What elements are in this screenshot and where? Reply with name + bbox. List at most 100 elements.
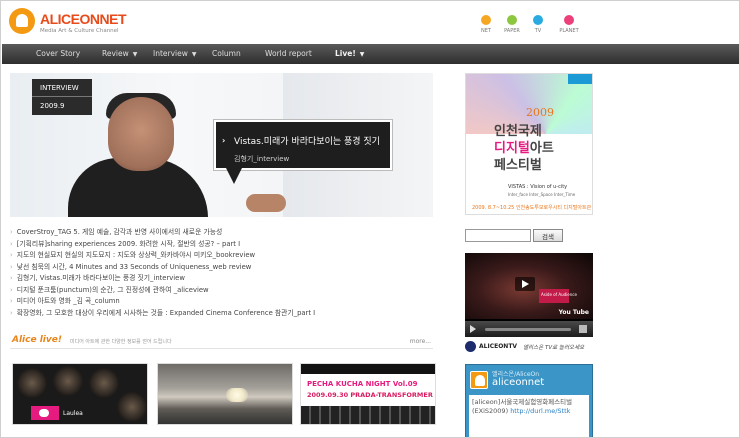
tv-logo-text: ALICEONTV bbox=[479, 343, 518, 350]
twitter-handle[interactable]: aliceonnet bbox=[492, 377, 544, 388]
live-thumb-sunset[interactable] bbox=[157, 363, 293, 425]
tweet-link[interactable]: http://durl.me/Sttk bbox=[510, 407, 570, 415]
thumb-label: Laulea bbox=[63, 410, 83, 417]
poster-corner-badge bbox=[568, 74, 592, 84]
list-item[interactable]: › CoverStroy_TAG 5. 게임 예술, 감각과 반영 사이에서의 새… bbox=[10, 227, 433, 239]
more-link[interactable]: more... bbox=[410, 338, 431, 345]
live-thumb-pecha-kucha[interactable]: PECHA KUCHA NIGHT Vol.09 2009.09.30 PRAD… bbox=[300, 363, 436, 425]
nav-label: Cover Story bbox=[36, 49, 81, 58]
chevron-down-icon: ▼ bbox=[359, 51, 365, 58]
tv-logo-icon bbox=[465, 341, 476, 352]
main-nav: Cover Story Review ▼ Interview ▼ Column Wo… bbox=[2, 44, 739, 64]
article-title: 지도의 현실묘지 현실의 지도묘지 : 지도와 상상력_와카바야시 미키오_bo… bbox=[16, 251, 256, 259]
list-item[interactable]: › 김형기, Vistas.미래가 바라다보이는 풍경 짓기_interview bbox=[10, 273, 433, 285]
channel-paper[interactable]: PAPER bbox=[499, 15, 525, 34]
nav-world-report[interactable]: World report bbox=[265, 44, 312, 64]
avatar[interactable] bbox=[470, 371, 488, 389]
nav-review[interactable]: Review ▼ bbox=[102, 44, 137, 64]
article-title: CoverStroy_TAG 5. 게임 예술, 감각과 반영 사이에서의 새로… bbox=[16, 228, 223, 236]
laulea-badge-icon bbox=[31, 406, 59, 420]
article-title: 디지털 푼크툼(punctum)의 순간, 그 진정성에 관하여 _alicev… bbox=[16, 285, 209, 294]
video-player[interactable]: Aside of Audience You Tube bbox=[465, 253, 593, 337]
channel-switcher: NET PAPER TV PLANET bbox=[473, 15, 587, 34]
channel-planet[interactable]: PLANET bbox=[551, 15, 587, 34]
article-title: 김형기, Vistas.미래가 바라다보이는 풍경 짓기_interview bbox=[16, 274, 185, 282]
feature-headline: Vistas.미래가 바라다보이는 풍경 짓기 bbox=[234, 137, 380, 147]
play-button-icon[interactable] bbox=[470, 325, 476, 333]
search-button[interactable]: 검색 bbox=[533, 229, 563, 242]
feature-banner[interactable]: INTERVIEW 2009.9 › Vistas.미래가 바라다보이는 풍경 … bbox=[10, 73, 433, 217]
list-item[interactable]: › 지도의 현실묘지 현실의 지도묘지 : 지도와 상상력_와카바야시 미키오_b… bbox=[10, 250, 433, 262]
feature-speech-bubble[interactable]: › Vistas.미래가 바라다보이는 풍경 짓기 김형기_interview bbox=[214, 120, 392, 184]
bullet-icon: › bbox=[10, 251, 13, 259]
poster-band bbox=[301, 364, 435, 374]
site-logo[interactable]: ALICEONNET Media Art & Culture Channel bbox=[9, 8, 129, 38]
poster-vistas: VISTAS : Vision of u-city bbox=[508, 184, 568, 190]
tv-signature: 앨리스온 TV로 놀러오세요 bbox=[523, 345, 585, 351]
bullet-icon: › bbox=[10, 274, 13, 282]
list-item[interactable]: › 확장영화, 그 모호한 대상이 우리에게 시사하는 것들 : Expanded… bbox=[10, 308, 433, 320]
nav-column[interactable]: Column bbox=[212, 44, 241, 64]
bullet-icon: › bbox=[10, 239, 13, 248]
article-title: 낯선 침묵의 시간, 4 Minutes and 33 Seconds of U… bbox=[16, 262, 252, 271]
list-item[interactable]: › 미디어 아트와 영화 _김 곡_column bbox=[10, 296, 433, 308]
channel-label: PLANET bbox=[559, 28, 579, 34]
logo-tagline: Media Art & Culture Channel bbox=[40, 28, 119, 34]
festival-poster-ad[interactable]: 2009 인천국제 디지털아트 페스티벌 VISTAS : Vision of … bbox=[465, 73, 593, 215]
page-frame: ALICEONNET Media Art & Culture Channel N… bbox=[0, 0, 740, 438]
feature-photo-head bbox=[108, 97, 174, 171]
nav-live[interactable]: Live! ▼ bbox=[335, 44, 364, 64]
alice-live-title: Alice live! bbox=[12, 335, 62, 345]
channel-label: PAPER bbox=[504, 28, 520, 34]
video-progress-track[interactable] bbox=[485, 328, 571, 331]
channel-dot-icon bbox=[564, 15, 574, 25]
feature-issue: 2009.9 bbox=[40, 102, 65, 110]
speaker-graphic bbox=[53, 366, 83, 396]
bullet-icon: › bbox=[10, 308, 13, 317]
speaker-graphic bbox=[89, 368, 119, 398]
nav-label: World report bbox=[265, 49, 312, 58]
list-item[interactable]: › 낯선 침묵의 시간, 4 Minutes and 33 Seconds of … bbox=[10, 262, 433, 274]
poster-year: 2009 bbox=[526, 106, 554, 119]
search-box: 검색 bbox=[465, 229, 593, 243]
aliceon-tv-link[interactable]: ALICEONTV 앨리스온 TV로 놀러오세요 bbox=[465, 341, 593, 353]
live-thumb-laulea[interactable]: Laulea bbox=[12, 363, 148, 425]
list-item[interactable]: › [기획리뷰]sharing experiences 2009. 화려한 시작,… bbox=[10, 239, 433, 251]
article-list: › CoverStroy_TAG 5. 게임 예술, 감각과 반영 사이에서의 새… bbox=[10, 227, 433, 319]
channel-label: TV bbox=[534, 28, 542, 34]
channel-tv[interactable]: TV bbox=[525, 15, 551, 34]
feature-section-tag: INTERVIEW 2009.9 bbox=[32, 79, 92, 115]
alice-live-thumbnails: Laulea PECHA KUCHA NIGHT Vol.09 2009.09.… bbox=[10, 363, 436, 429]
feature-section: INTERVIEW bbox=[32, 79, 92, 97]
thumb-subtitle: 2009.09.30 PRADA-TRANSFORMER bbox=[307, 391, 433, 399]
feature-photo-hand bbox=[246, 194, 286, 212]
article-title: 미디어 아트와 영화 _김 곡_column bbox=[16, 297, 120, 305]
list-item[interactable]: › 디지털 푼크툼(punctum)의 순간, 그 진정성에 관하여 _alice… bbox=[10, 285, 433, 297]
nav-label: Column bbox=[212, 49, 241, 58]
nav-cover-story[interactable]: Cover Story bbox=[36, 44, 80, 64]
nav-label: Review bbox=[102, 49, 129, 58]
video-overlay-badge: Aside of Audience bbox=[539, 289, 577, 303]
sun-graphic bbox=[226, 388, 248, 402]
channel-net[interactable]: NET bbox=[473, 15, 499, 34]
poster-stripes bbox=[301, 406, 435, 424]
alice-live-description: 미디어 아트에 관한 다양한 정보를 얻어 드립니다 bbox=[70, 339, 172, 345]
bullet-icon: › bbox=[10, 285, 13, 294]
speaker-graphic bbox=[117, 392, 147, 422]
article-title: 확장영화, 그 모호한 대상이 우리에게 시사하는 것들 : Expanded … bbox=[16, 308, 316, 317]
quote-icon: › bbox=[222, 136, 226, 145]
chevron-down-icon: ▼ bbox=[132, 51, 138, 58]
volume-icon[interactable] bbox=[579, 325, 587, 333]
play-icon[interactable] bbox=[515, 277, 535, 291]
twitter-widget: 앨리스온/AliceOn aliceonnet [aliceon]서울국제실험영… bbox=[465, 364, 593, 437]
feature-byline: 김형기_interview bbox=[234, 155, 290, 163]
video-controls bbox=[465, 321, 593, 337]
nav-interview[interactable]: Interview ▼ bbox=[153, 44, 197, 64]
youtube-logo: You Tube bbox=[558, 309, 589, 316]
bullet-icon: › bbox=[10, 262, 13, 271]
poster-dates: 2009. 8.7~10.25 인천송도투모로우시티 디지털아트관 bbox=[472, 205, 592, 211]
search-input[interactable] bbox=[465, 229, 531, 242]
poster-vistas-sub: Inter_face Inter_Space Inter_Time bbox=[508, 192, 576, 197]
channel-dot-icon bbox=[507, 15, 517, 25]
alice-live-header: Alice live! 미디어 아트에 관한 다양한 정보를 얻어 드립니다 m… bbox=[10, 335, 433, 349]
